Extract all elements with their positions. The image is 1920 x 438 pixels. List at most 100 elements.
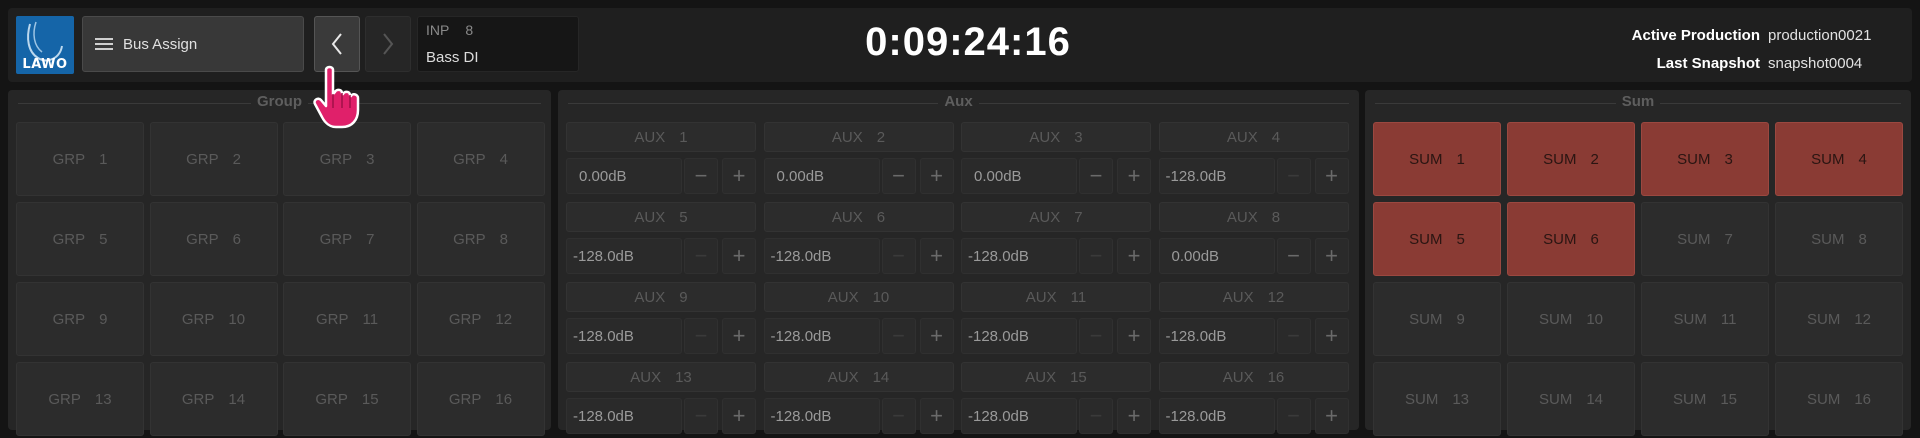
aux-decrease-button[interactable]: −: [1276, 158, 1311, 194]
group-button-2[interactable]: GRP 2: [149, 122, 278, 196]
aux-level-value[interactable]: -128.0dB: [763, 318, 880, 354]
sum-button-5[interactable]: SUM 5: [1373, 202, 1501, 276]
sum-button-16[interactable]: SUM 16: [1775, 362, 1903, 436]
aux-level-value[interactable]: -128.0dB: [566, 238, 682, 274]
next-channel-button[interactable]: [365, 16, 411, 72]
group-button-7[interactable]: GRP 7: [283, 202, 411, 276]
aux-increase-button[interactable]: +: [1314, 158, 1349, 194]
group-button-10[interactable]: GRP 10: [149, 282, 278, 356]
bus-assign-menu-button[interactable]: Bus Assign: [82, 16, 304, 72]
group-button-14[interactable]: GRP 14: [149, 362, 278, 436]
aux-increase-button[interactable]: +: [919, 238, 954, 274]
aux-button-5[interactable]: AUX 5: [566, 202, 756, 232]
aux-button-7[interactable]: AUX 7: [961, 202, 1151, 232]
aux-button-12[interactable]: AUX 12: [1158, 282, 1349, 312]
group-button-6[interactable]: GRP 6: [149, 202, 278, 276]
aux-strip-16: AUX 16 -128.0dB − +: [1158, 362, 1349, 438]
aux-level-value[interactable]: -128.0dB: [763, 238, 880, 274]
group-button-12[interactable]: GRP 12: [416, 282, 545, 356]
aux-increase-button[interactable]: +: [919, 158, 954, 194]
aux-level-value[interactable]: -128.0dB: [1158, 158, 1275, 194]
group-button-11[interactable]: GRP 11: [283, 282, 411, 356]
sum-button-15[interactable]: SUM 15: [1641, 362, 1769, 436]
aux-button-1[interactable]: AUX 1: [566, 122, 756, 152]
sum-button-6[interactable]: SUM 6: [1507, 202, 1635, 276]
aux-increase-button[interactable]: +: [1117, 318, 1151, 354]
aux-decrease-button[interactable]: −: [881, 158, 916, 194]
aux-increase-button[interactable]: +: [1314, 398, 1349, 434]
aux-level-value[interactable]: -128.0dB: [566, 318, 682, 354]
aux-decrease-button[interactable]: −: [1079, 318, 1113, 354]
sum-button-11[interactable]: SUM 11: [1641, 282, 1769, 356]
aux-decrease-button[interactable]: −: [881, 238, 916, 274]
group-button-16[interactable]: GRP 16: [416, 362, 545, 436]
sum-button-3[interactable]: SUM 3: [1641, 122, 1769, 196]
aux-increase-button[interactable]: +: [1314, 318, 1349, 354]
aux-increase-button[interactable]: +: [1314, 238, 1349, 274]
aux-increase-button[interactable]: +: [722, 238, 756, 274]
sum-button-8[interactable]: SUM 8: [1775, 202, 1903, 276]
aux-decrease-button[interactable]: −: [684, 318, 718, 354]
aux-button-13[interactable]: AUX 13: [566, 362, 756, 392]
aux-increase-button[interactable]: +: [919, 398, 954, 434]
aux-decrease-button[interactable]: −: [881, 398, 916, 434]
aux-button-8[interactable]: AUX 8: [1158, 202, 1349, 232]
group-button-13[interactable]: GRP 13: [16, 362, 144, 436]
aux-button-4[interactable]: AUX 4: [1158, 122, 1349, 152]
sum-button-2[interactable]: SUM 2: [1507, 122, 1635, 196]
aux-decrease-button[interactable]: −: [684, 238, 718, 274]
aux-increase-button[interactable]: +: [1117, 158, 1151, 194]
aux-button-2[interactable]: AUX 2: [763, 122, 954, 152]
aux-increase-button[interactable]: +: [722, 158, 756, 194]
aux-decrease-button[interactable]: −: [1276, 318, 1311, 354]
aux-button-3[interactable]: AUX 3: [961, 122, 1151, 152]
group-button-8[interactable]: GRP 8: [416, 202, 545, 276]
group-button-1[interactable]: GRP 1: [16, 122, 144, 196]
aux-level-value[interactable]: -128.0dB: [961, 398, 1077, 434]
aux-decrease-button[interactable]: −: [684, 398, 718, 434]
aux-button-6[interactable]: AUX 6: [763, 202, 954, 232]
sum-button-1[interactable]: SUM 1: [1373, 122, 1501, 196]
group-button-15[interactable]: GRP 15: [283, 362, 411, 436]
sum-button-13[interactable]: SUM 13: [1373, 362, 1501, 436]
aux-decrease-button[interactable]: −: [1276, 398, 1311, 434]
aux-increase-button[interactable]: +: [1117, 398, 1151, 434]
aux-button-11[interactable]: AUX 11: [961, 282, 1151, 312]
aux-level-value[interactable]: 0.00dB: [1158, 238, 1275, 274]
aux-button-16[interactable]: AUX 16: [1158, 362, 1349, 392]
sum-button-4[interactable]: SUM 4: [1775, 122, 1903, 196]
aux-level-value[interactable]: -128.0dB: [763, 398, 880, 434]
aux-decrease-button[interactable]: −: [684, 158, 718, 194]
aux-level-value[interactable]: 0.00dB: [763, 158, 880, 194]
aux-decrease-button[interactable]: −: [1079, 238, 1113, 274]
aux-increase-button[interactable]: +: [1117, 238, 1151, 274]
sum-button-12[interactable]: SUM 12: [1775, 282, 1903, 356]
aux-level-value[interactable]: 0.00dB: [961, 158, 1077, 194]
aux-button-9[interactable]: AUX 9: [566, 282, 756, 312]
aux-level-value[interactable]: -128.0dB: [1158, 318, 1275, 354]
aux-increase-button[interactable]: +: [722, 398, 756, 434]
sum-button-14[interactable]: SUM 14: [1507, 362, 1635, 436]
aux-button-10[interactable]: AUX 10: [763, 282, 954, 312]
group-button-3[interactable]: GRP 3: [283, 122, 411, 196]
aux-decrease-button[interactable]: −: [881, 318, 916, 354]
group-button-4[interactable]: GRP 4: [416, 122, 545, 196]
aux-level-value[interactable]: -128.0dB: [961, 318, 1077, 354]
group-button-5[interactable]: GRP 5: [16, 202, 144, 276]
aux-increase-button[interactable]: +: [919, 318, 954, 354]
aux-increase-button[interactable]: +: [722, 318, 756, 354]
sum-button-10[interactable]: SUM 10: [1507, 282, 1635, 356]
aux-level-value[interactable]: -128.0dB: [566, 398, 682, 434]
aux-button-15[interactable]: AUX 15: [961, 362, 1151, 392]
aux-level-value[interactable]: -128.0dB: [1158, 398, 1275, 434]
aux-decrease-button[interactable]: −: [1079, 398, 1113, 434]
aux-decrease-button[interactable]: −: [1276, 238, 1311, 274]
group-button-9[interactable]: GRP 9: [16, 282, 144, 356]
aux-level-value[interactable]: -128.0dB: [961, 238, 1077, 274]
aux-level-value[interactable]: 0.00dB: [566, 158, 682, 194]
sum-button-9[interactable]: SUM 9: [1373, 282, 1501, 356]
channel-display[interactable]: INP 8 Bass DI: [417, 16, 579, 72]
sum-button-7[interactable]: SUM 7: [1641, 202, 1769, 276]
aux-decrease-button[interactable]: −: [1079, 158, 1113, 194]
aux-button-14[interactable]: AUX 14: [763, 362, 954, 392]
